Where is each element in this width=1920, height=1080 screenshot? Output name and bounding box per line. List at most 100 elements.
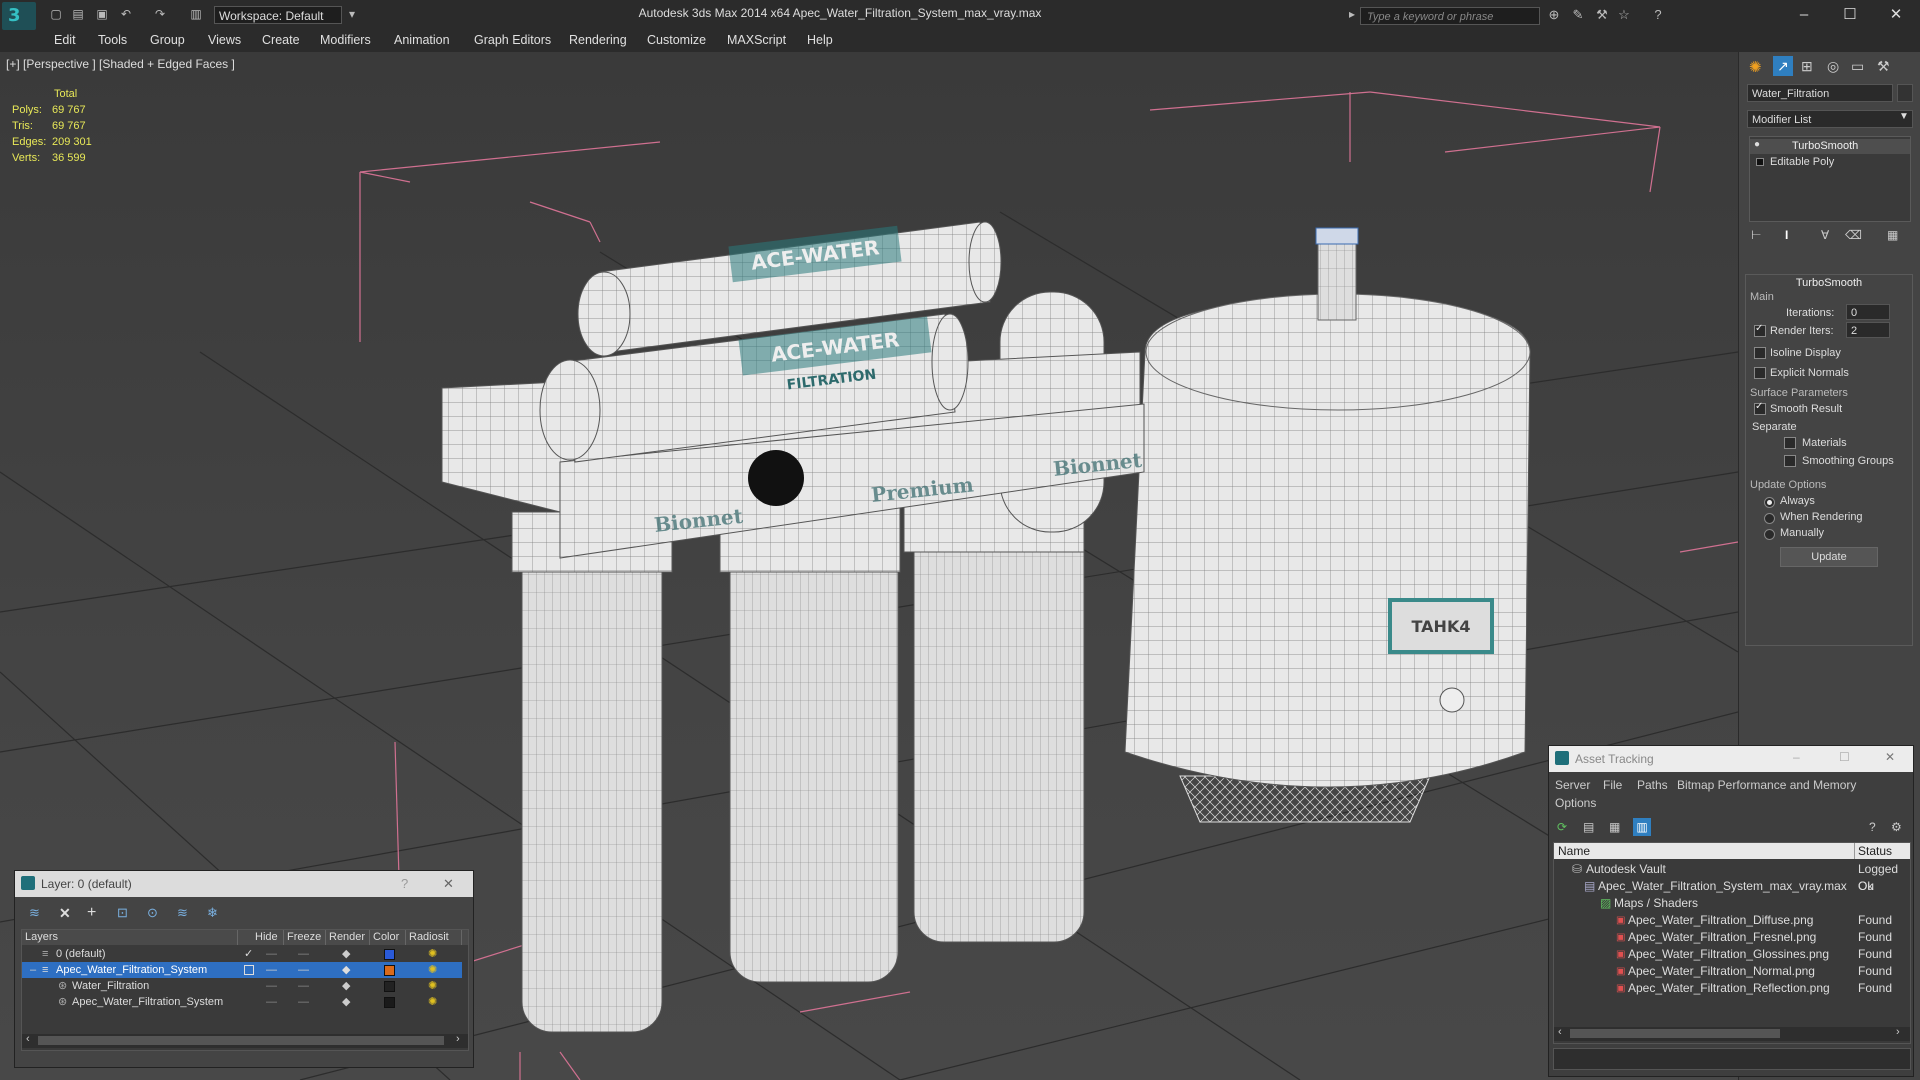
list-view-icon[interactable]: ▤ — [1583, 820, 1594, 834]
asset-menu-file[interactable]: File — [1603, 778, 1622, 792]
chevron-down-icon[interactable]: ▾ — [344, 7, 360, 21]
menu-group[interactable]: Group — [150, 33, 185, 47]
freeze-toggle[interactable]: — — [298, 978, 309, 994]
stack-item-editable-poly[interactable]: Editable Poly — [1750, 155, 1910, 170]
layer-row[interactable]: ≡ 0 (default) ✓ — — ◆ ✺ — [22, 946, 462, 962]
redo-icon[interactable]: ↷ — [152, 7, 168, 21]
expand-box-icon[interactable] — [1756, 158, 1764, 166]
chevron-down-icon[interactable]: ▼ — [1899, 111, 1909, 122]
smooth-result-checkbox[interactable] — [1754, 401, 1766, 415]
when-rendering-radio[interactable] — [1764, 513, 1775, 524]
modify-tab-icon[interactable]: ↗ — [1773, 56, 1793, 76]
render-iters-checkbox[interactable] — [1754, 323, 1766, 337]
object-row[interactable]: ⊛ Water_Filtration — — ◆ ✺ — [22, 978, 462, 994]
col-freeze[interactable]: Freeze — [284, 930, 326, 945]
active-layer-check-icon[interactable]: ✓ — [244, 946, 253, 962]
iterations-spinner[interactable]: 0 — [1846, 304, 1890, 320]
highlight-layer-icon[interactable]: ⊙ — [147, 905, 158, 921]
scroll-thumb[interactable] — [1570, 1029, 1780, 1038]
scroll-left-icon[interactable]: ‹ — [26, 1033, 30, 1045]
undo-icon[interactable]: ↶ — [118, 7, 134, 21]
scroll-left-icon[interactable]: ‹ — [1558, 1026, 1562, 1038]
object-color-swatch[interactable] — [384, 997, 395, 1008]
create-layer-icon[interactable]: ≋ — [29, 905, 40, 921]
favorites-star-icon[interactable]: ☆ — [1614, 7, 1634, 23]
menu-animation[interactable]: Animation — [394, 33, 450, 47]
refresh-icon[interactable]: ⟳ — [1557, 820, 1567, 834]
remove-modifier-icon[interactable]: ⌫ — [1845, 228, 1862, 242]
hide-toggle[interactable]: — — [266, 978, 277, 994]
close-icon[interactable]: ✕ — [443, 876, 454, 892]
render-iters-spinner[interactable]: 2 — [1846, 322, 1890, 338]
scroll-right-icon[interactable]: › — [1896, 1026, 1900, 1038]
hide-toggle[interactable]: — — [266, 946, 277, 962]
asset-row[interactable]: ⛁ Autodesk Vault Logged Ou — [1554, 861, 1910, 893]
menu-help[interactable]: Help — [807, 33, 833, 47]
object-row[interactable]: ⊛ Apec_Water_Filtration_System — — ◆ ✺ — [22, 994, 462, 1010]
close-icon[interactable]: ✕ — [1876, 4, 1916, 26]
binoculars-icon[interactable]: ⊕ — [1544, 7, 1564, 23]
asset-row[interactable]: ▣ Apec_Water_Filtration_Glossines.png Foun… — [1554, 946, 1910, 963]
smoothing-groups-checkbox[interactable] — [1784, 455, 1796, 467]
radiosity-icon[interactable]: ✺ — [428, 962, 437, 978]
object-color-swatch[interactable] — [1897, 84, 1913, 102]
render-teapot-icon[interactable]: ◆ — [342, 946, 350, 962]
freeze-toggle[interactable]: — — [298, 994, 309, 1010]
communication-center-icon[interactable]: ⚒ — [1592, 7, 1612, 23]
explicit-normals-checkbox[interactable] — [1754, 367, 1766, 379]
scroll-thumb[interactable] — [38, 1036, 444, 1045]
render-teapot-icon[interactable]: ◆ — [342, 962, 350, 978]
utilities-tab-icon[interactable]: ⚒ — [1877, 58, 1890, 75]
col-radiosity[interactable]: Radiosit — [406, 930, 462, 945]
hide-toggle[interactable]: — — [266, 994, 277, 1010]
lightbulb-icon[interactable]: ● — [1754, 139, 1760, 150]
asset-menu-paths[interactable]: Paths — [1637, 778, 1668, 792]
workspace-dropdown[interactable]: Workspace: Default — [214, 6, 342, 24]
column-divider[interactable] — [1854, 843, 1855, 859]
table-view-icon[interactable]: ▥ — [1633, 818, 1651, 836]
col-name[interactable]: Name — [1558, 844, 1590, 858]
scroll-right-icon[interactable]: › — [456, 1033, 460, 1045]
configure-sets-icon[interactable]: ▦ — [1887, 228, 1898, 242]
menu-maxscript[interactable]: MAXScript — [727, 33, 786, 47]
help-icon[interactable]: ? — [1869, 820, 1876, 834]
col-status[interactable]: Status — [1858, 844, 1892, 858]
freeze-toggle[interactable]: — — [298, 946, 309, 962]
menu-rendering[interactable]: Rendering — [569, 33, 627, 47]
col-hide[interactable]: Hide — [252, 930, 284, 945]
object-color-swatch[interactable] — [384, 981, 395, 992]
collapse-icon[interactable]: – — [30, 962, 36, 978]
search-expand-icon[interactable]: ▸ — [1344, 7, 1360, 21]
close-icon[interactable]: ✕ — [1885, 750, 1895, 764]
active-layer-box[interactable] — [244, 965, 254, 975]
manually-radio[interactable] — [1764, 529, 1775, 540]
subscription-icon[interactable]: ✎ — [1568, 7, 1588, 23]
menu-graph-editors[interactable]: Graph Editors — [474, 33, 551, 47]
layer-dialog-titlebar[interactable]: Layer: 0 (default) ? ✕ — [15, 871, 473, 897]
menu-tools[interactable]: Tools — [98, 33, 127, 47]
minimize-icon[interactable]: – — [1784, 4, 1824, 26]
freeze-all-icon[interactable]: ❄ — [207, 905, 218, 921]
new-file-icon[interactable]: ▢ — [48, 7, 64, 21]
asset-row[interactable]: ▤ Apec_Water_Filtration_System_max_vray.m… — [1554, 878, 1910, 895]
asset-row[interactable]: ▨ Maps / Shaders — [1554, 895, 1910, 912]
menu-views[interactable]: Views — [208, 33, 241, 47]
radiosity-icon[interactable]: ✺ — [428, 978, 437, 994]
render-teapot-icon[interactable]: ◆ — [342, 994, 350, 1010]
hierarchy-tab-icon[interactable]: ⊞ — [1801, 58, 1813, 75]
asset-row[interactable]: ▣ Apec_Water_Filtration_Diffuse.png Found — [1554, 912, 1910, 929]
viewport-label-menu[interactable]: [+] [Perspective ] [Shaded + Edged Faces… — [6, 57, 235, 71]
hide-all-icon[interactable]: ≋ — [177, 905, 188, 921]
maximize-icon[interactable]: ☐ — [1830, 4, 1870, 26]
options-icon[interactable]: ⚙ — [1891, 820, 1902, 834]
save-file-icon[interactable]: ▣ — [94, 7, 110, 21]
search-input[interactable]: Type a keyword or phrase — [1360, 7, 1540, 25]
asset-tracking-titlebar[interactable]: Asset Tracking – ☐ ✕ — [1549, 746, 1913, 772]
menu-edit[interactable]: Edit — [54, 33, 76, 47]
add-to-layer-icon[interactable]: + — [87, 904, 96, 922]
asset-row[interactable]: ▣ Apec_Water_Filtration_Fresnel.png Found — [1554, 929, 1910, 946]
details-view-icon[interactable]: ▦ — [1609, 820, 1620, 834]
col-render[interactable]: Render — [326, 930, 370, 945]
isoline-display-checkbox[interactable] — [1754, 347, 1766, 359]
asset-row[interactable]: ▣ Apec_Water_Filtration_Reflection.png Fou… — [1554, 980, 1910, 997]
